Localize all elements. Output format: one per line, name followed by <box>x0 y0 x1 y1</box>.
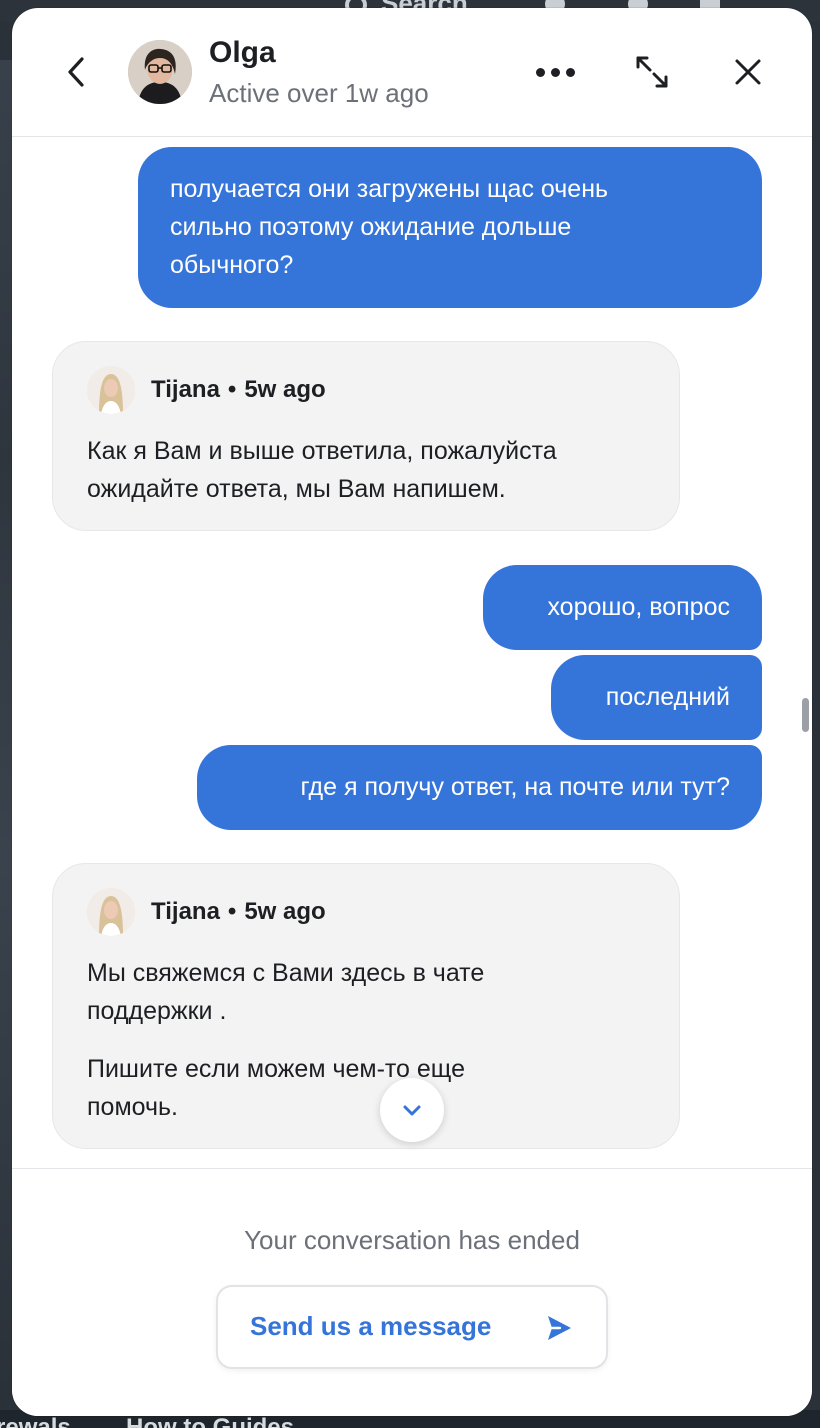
message-text-line: где я получу ответ, на почте или тут? <box>300 773 730 801</box>
agent-name: Olga <box>209 36 276 69</box>
close-icon <box>735 59 761 85</box>
send-arrow-icon <box>548 1316 571 1340</box>
message-text-line: ожидайте ответа, мы Вам напишем. <box>87 475 506 503</box>
chat-header: Olga Active over 1w ago <box>12 8 812 137</box>
agent-avatar <box>128 40 192 104</box>
message-time: 5w ago <box>244 898 326 925</box>
expand-button[interactable] <box>630 50 674 94</box>
message-time: 5w ago <box>244 376 326 403</box>
background-sidebar <box>0 60 12 1390</box>
agent-mini-avatar <box>87 888 135 936</box>
message-paragraph: Мы свяжемся с Вами здесь в чате поддержк… <box>87 954 649 1030</box>
user-message: последний <box>551 655 762 740</box>
chat-footer: Your conversation has ended Send us a me… <box>12 1168 812 1416</box>
close-button[interactable] <box>726 50 770 94</box>
message-text-line: получается они загружены щас очень <box>170 175 609 203</box>
message-author: Tijana <box>151 376 220 403</box>
expand-icon <box>636 56 668 88</box>
back-button[interactable] <box>54 50 98 94</box>
chat-widget: Olga Active over 1w ago получается они з… <box>12 8 812 1416</box>
send-message-button[interactable]: Send us a message <box>216 1285 608 1369</box>
chevron-down-icon <box>403 1105 421 1116</box>
background-footer-link[interactable]: How to Guides <box>126 1414 294 1428</box>
message-text-line: помочь. <box>87 1093 178 1121</box>
agent-mini-avatar <box>87 366 135 414</box>
chevron-left-icon <box>68 57 84 87</box>
message-list[interactable]: получается они загружены щас очень сильн… <box>12 138 812 1168</box>
user-message: где я получу ответ, на почте или тут? <box>197 745 762 830</box>
message-paragraph: Пишите если можем чем-то еще помочь. <box>87 1050 649 1126</box>
message-meta: Tijana • 5w ago <box>87 366 326 414</box>
message-text-line: хорошо, вопрос <box>547 593 730 621</box>
user-message: хорошо, вопрос <box>483 565 762 650</box>
meta-separator: • <box>227 898 237 925</box>
more-horizontal-icon <box>535 67 575 77</box>
message-text-line: Мы свяжемся с Вами здесь в чате <box>87 959 485 987</box>
more-options-button[interactable] <box>530 52 580 92</box>
agent-status: Active over 1w ago <box>209 78 429 108</box>
scroll-to-bottom-button[interactable] <box>380 1078 444 1142</box>
message-author: Tijana <box>151 898 220 925</box>
user-message: получается они загружены щас очень сильн… <box>138 147 762 308</box>
background-footer-link[interactable]: rewals <box>0 1414 71 1428</box>
agent-message: Tijana • 5w ago Как я Вам и выше ответил… <box>52 341 680 531</box>
message-paragraph: Как я Вам и выше ответила, пожалуйста ож… <box>87 432 649 508</box>
message-text-line: Как я Вам и выше ответила, пожалуйста <box>87 437 557 465</box>
message-text-line: сильно поэтому ожидание дольше <box>170 213 572 241</box>
scrollbar-thumb[interactable] <box>802 698 809 732</box>
message-text-line: обычного? <box>170 251 294 279</box>
message-meta: Tijana • 5w ago <box>87 888 326 936</box>
message-text-line: поддержки . <box>87 997 227 1025</box>
agent-message: Tijana • 5w ago Мы свяжемся с Вами здесь… <box>52 863 680 1149</box>
message-text-line: Пишите если можем чем-то еще <box>87 1055 466 1083</box>
meta-separator: • <box>227 376 237 403</box>
conversation-ended-text: Your conversation has ended <box>244 1225 580 1255</box>
send-message-label: Send us a message <box>250 1311 492 1341</box>
message-text-line: последний <box>605 683 730 711</box>
